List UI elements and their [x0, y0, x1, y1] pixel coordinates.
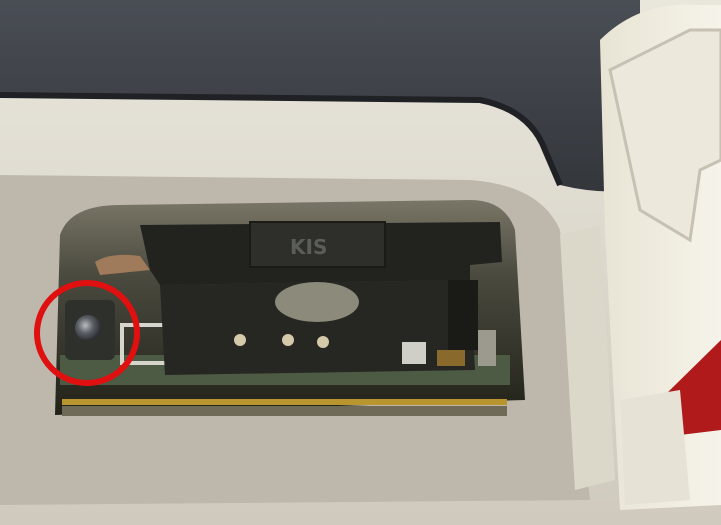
smd-component	[402, 342, 426, 364]
gold-contact	[437, 350, 465, 366]
device-closeup-photo: KIS	[0, 0, 721, 525]
reflection-dot-3	[317, 336, 329, 348]
reflection-dot-1	[234, 334, 246, 346]
edge-connector	[478, 330, 496, 366]
board-edge	[62, 406, 507, 416]
gold-contact-strip	[62, 399, 507, 405]
component-marking: KIS	[290, 235, 327, 259]
latch-spring	[448, 280, 478, 350]
hinge-base	[620, 390, 690, 505]
reflection-dot-2	[282, 334, 294, 346]
led-indicator	[75, 315, 101, 341]
photo-stage: KIS	[0, 0, 721, 525]
sensor-window	[275, 282, 359, 322]
